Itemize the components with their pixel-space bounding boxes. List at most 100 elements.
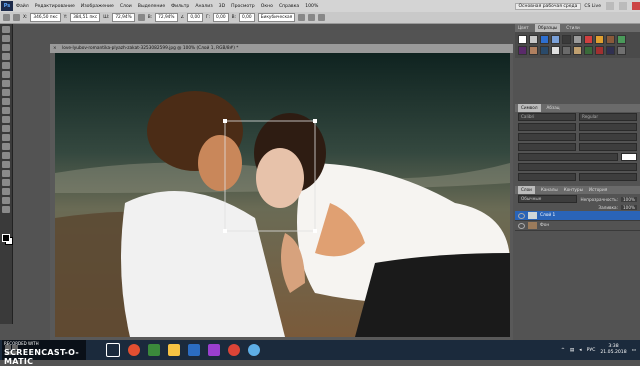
zoom-level[interactable]: 100% <box>302 4 321 9</box>
blend-mode-select[interactable]: Обычные <box>518 195 577 203</box>
network-icon[interactable]: ▤ <box>570 348 574 353</box>
language-indicator[interactable]: РУС <box>587 348 596 353</box>
clock[interactable]: 3:38 21.05.2018 <box>600 344 626 356</box>
brush-tool-icon[interactable] <box>2 89 10 96</box>
color-swatch[interactable] <box>584 46 593 55</box>
tab-paths[interactable]: Контуры <box>564 186 583 194</box>
menu-image[interactable]: Изображение <box>78 4 117 9</box>
zoom-tool-icon[interactable] <box>2 206 10 213</box>
visibility-eye-icon[interactable] <box>518 223 525 229</box>
move-tool-icon[interactable] <box>2 26 10 33</box>
antialias-select[interactable] <box>579 173 637 181</box>
text-color-swatch[interactable] <box>621 153 637 161</box>
opera-icon[interactable] <box>128 344 140 356</box>
color-swatch[interactable] <box>584 35 593 44</box>
hskew-field[interactable]: 0,00 <box>213 13 229 22</box>
tab-layers[interactable]: Слои <box>518 186 535 194</box>
color-swatch[interactable] <box>518 35 527 44</box>
color-swatch[interactable] <box>551 46 560 55</box>
menu-layers[interactable]: Слои <box>117 4 135 9</box>
pen-tool-icon[interactable] <box>2 152 10 159</box>
chrome-icon[interactable] <box>228 344 240 356</box>
vskew-field[interactable]: 0,00 <box>239 13 255 22</box>
task-view-icon[interactable] <box>106 343 120 357</box>
history-brush-tool-icon[interactable] <box>2 107 10 114</box>
app-icon[interactable] <box>208 344 220 356</box>
color-swatch[interactable] <box>595 46 604 55</box>
screencast-taskbar-icon[interactable] <box>248 344 260 356</box>
color-swatch[interactable] <box>562 35 571 44</box>
layer-row-layer1[interactable]: Слой 1 <box>515 211 640 221</box>
leading-field[interactable] <box>579 123 637 131</box>
close-icon[interactable] <box>632 2 640 10</box>
color-swatch[interactable] <box>529 46 538 55</box>
color-swatch[interactable] <box>573 46 582 55</box>
foreground-color-swatch[interactable] <box>2 234 10 242</box>
color-swatch[interactable] <box>540 46 549 55</box>
color-swatch[interactable] <box>595 35 604 44</box>
link-icon[interactable] <box>138 14 145 21</box>
type-tool-icon[interactable] <box>2 161 10 168</box>
tab-swatches[interactable]: Образцы <box>535 24 561 32</box>
cancel-transform-icon[interactable] <box>308 14 315 21</box>
color-swatch[interactable] <box>562 46 571 55</box>
angle-field[interactable]: 0,00 <box>187 13 203 22</box>
tab-character[interactable]: Символ <box>518 104 541 112</box>
warp-icon[interactable] <box>298 14 305 21</box>
width-field[interactable]: 72,94% <box>112 13 134 22</box>
workspace-switcher[interactable]: Основная рабочая среда <box>515 3 582 10</box>
eyedropper-tool-icon[interactable] <box>2 71 10 78</box>
menu-3d[interactable]: 3D <box>216 4 228 9</box>
menu-select[interactable]: Выделение <box>135 4 168 9</box>
font-style-select[interactable]: Regular <box>579 113 637 121</box>
color-swatch[interactable] <box>617 35 626 44</box>
document-tab[interactable]: × love-lyubov-romantika-plyazh-zakat-325… <box>50 44 513 53</box>
color-swatch[interactable] <box>606 46 615 55</box>
text-style-buttons[interactable] <box>518 163 637 171</box>
store-icon[interactable] <box>148 344 160 356</box>
tab-color[interactable]: Цвет <box>518 24 529 32</box>
kerning-field[interactable] <box>518 133 576 141</box>
path-select-tool-icon[interactable] <box>2 170 10 177</box>
lasso-tool-icon[interactable] <box>2 44 10 51</box>
tracking-field[interactable] <box>579 133 637 141</box>
gradient-tool-icon[interactable] <box>2 125 10 132</box>
eraser-tool-icon[interactable] <box>2 116 10 123</box>
blur-tool-icon[interactable] <box>2 134 10 141</box>
font-family-select[interactable]: Calibri <box>518 113 576 121</box>
vertical-scale-field[interactable] <box>518 143 576 151</box>
quick-select-tool-icon[interactable] <box>2 53 10 60</box>
interpolation-select[interactable]: Бикубическая <box>258 13 296 22</box>
color-swatch[interactable] <box>606 35 615 44</box>
hand-tool-icon[interactable] <box>2 197 10 204</box>
menu-window[interactable]: Окно <box>258 4 276 9</box>
opacity-field[interactable]: 100% <box>621 197 637 202</box>
menu-help[interactable]: Справка <box>276 4 302 9</box>
font-size-field[interactable] <box>518 123 576 131</box>
3d-rotate-tool-icon[interactable] <box>2 188 10 195</box>
tab-paragraph[interactable]: Абзац <box>547 104 560 112</box>
tab-history[interactable]: История <box>589 186 607 194</box>
explorer-icon[interactable] <box>168 344 180 356</box>
language-select[interactable] <box>518 173 576 181</box>
y-position-field[interactable]: 384,51 пкс <box>70 13 100 22</box>
photoshop-taskbar-icon[interactable] <box>188 344 200 356</box>
visibility-eye-icon[interactable] <box>518 213 525 219</box>
reference-point-icon[interactable] <box>13 14 20 21</box>
dodge-tool-icon[interactable] <box>2 143 10 150</box>
tab-styles[interactable]: Стили <box>566 24 579 32</box>
minimize-icon[interactable] <box>606 2 614 10</box>
fill-field[interactable]: 100% <box>621 205 637 210</box>
crop-tool-icon[interactable] <box>2 62 10 69</box>
menu-filter[interactable]: Фильтр <box>168 4 192 9</box>
clone-stamp-tool-icon[interactable] <box>2 98 10 105</box>
healing-brush-tool-icon[interactable] <box>2 80 10 87</box>
notifications-icon[interactable]: ▭ <box>632 348 636 353</box>
height-field[interactable]: 72,94% <box>155 13 177 22</box>
baseline-shift-field[interactable] <box>518 153 618 161</box>
commit-transform-icon[interactable] <box>318 14 325 21</box>
cs-live-button[interactable]: CS Live <box>584 4 601 9</box>
menu-view[interactable]: Просмотр <box>228 4 258 9</box>
horizontal-scale-field[interactable] <box>579 143 637 151</box>
color-swatch[interactable] <box>551 35 560 44</box>
